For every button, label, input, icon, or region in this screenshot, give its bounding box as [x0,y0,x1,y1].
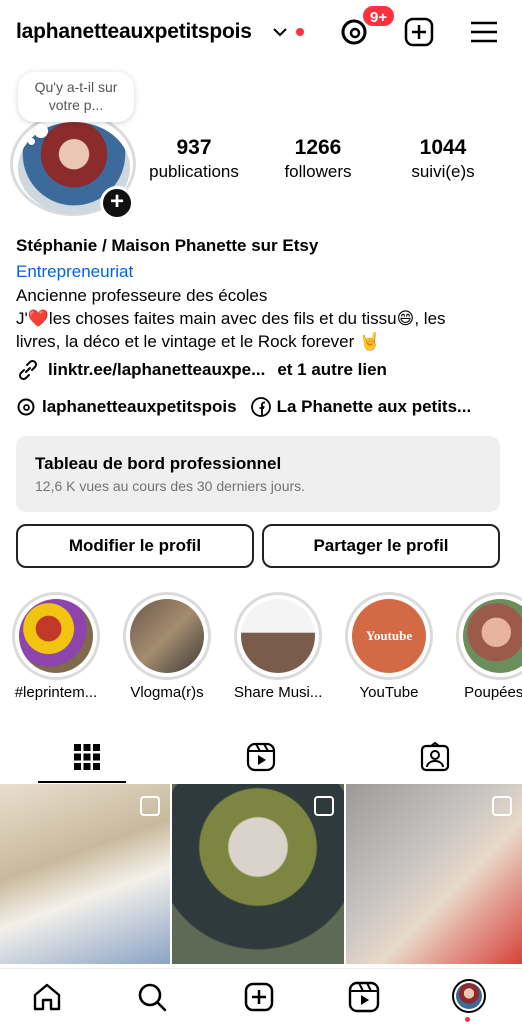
highlight-label: Vlogma(r)s [130,684,204,701]
grid-post[interactable] [172,784,344,964]
tab-tagged[interactable] [348,730,522,784]
professional-dashboard[interactable]: Tableau de bord professionnel 12,6 K vue… [16,436,500,512]
highlight-cover [130,599,204,673]
bio-link-row[interactable]: linktr.ee/laphanetteauxpe... et 1 autre … [16,358,387,382]
profile-header: laphanetteauxpetitspois 9+ [0,0,522,64]
bio-line-2-end: les choses faites main avec des fils et … [48,309,446,328]
heart-icon: ❤️ [27,309,49,328]
highlight-cover: Youtube [352,599,426,673]
add-story-plus-icon[interactable]: + [100,186,134,220]
bottom-navigation [0,968,522,1024]
facebook-profile-link[interactable]: La Phanette aux petits... [277,397,472,417]
story-highlight[interactable]: Vlogma(r)s [123,592,211,701]
stat-posts-label: publications [149,162,239,181]
stat-followers-count: 1266 [294,136,342,159]
note-tail [34,124,48,138]
youtube-cover-text: Youtube [365,628,413,643]
story-highlight[interactable]: #leprintem... [12,592,100,701]
profile-full-name: Stéphanie / Maison Phanette sur Etsy [16,236,319,255]
highlight-label: Share Musi... [234,684,323,701]
stat-followers[interactable]: 1266 followers [258,136,378,182]
create-post-icon[interactable] [243,981,275,1013]
highlight-label: Poupées d [464,684,522,701]
bio-line-1: Ancienne professeure des écoles [16,286,268,305]
highlight-ring [234,592,322,680]
social-links-row: laphanetteauxpetitspois La Phanette aux … [16,397,471,417]
highlight-label: #leprintem... [14,684,98,701]
highlight-ring [456,592,522,680]
stat-following-label: suivi(e)s [411,162,475,181]
create-icon[interactable] [403,16,435,48]
active-tab-indicator [38,781,126,783]
home-icon[interactable] [31,981,63,1013]
note-tail-small [28,138,35,145]
tab-posts-grid[interactable] [0,730,174,784]
note-text: Qu'y a-t-il sur votre p... [34,79,118,113]
edit-profile-button[interactable]: Modifier le profil [16,524,254,568]
stat-posts-count: 937 [176,136,212,159]
highlight-label: YouTube [359,684,419,701]
profile-nav-avatar-image [456,983,482,1009]
bio-link-more[interactable]: et 1 autre lien [277,360,387,380]
highlight-ring [123,592,211,680]
stat-followers-label: followers [284,162,352,181]
profile-tabs [0,730,522,784]
story-highlight[interactable]: Youtube YouTube [345,592,433,701]
grid-post[interactable] [0,784,170,964]
highlight-ring [12,592,100,680]
stat-following-count: 1044 [419,136,467,159]
facebook-icon [250,397,271,417]
threads-notification-badge: 9+ [361,4,397,28]
menu-icon[interactable] [468,16,500,48]
profile-nav-avatar[interactable] [452,979,486,1013]
tab-reels[interactable] [174,730,348,784]
stat-posts[interactable]: 937 publications [134,136,254,182]
highlight-ring: Youtube [345,592,433,680]
multi-select-icon [140,796,160,816]
share-profile-button[interactable]: Partager le profil [262,524,500,568]
bio-line-2: J'❤️les choses faites main avec des fils… [16,307,446,330]
dashboard-subtitle: 12,6 K vues au cours des 30 derniers jou… [35,478,306,494]
chevron-down-icon[interactable] [272,24,288,40]
profile-category[interactable]: Entrepreneuriat [16,262,133,282]
notification-dot [296,28,304,36]
profile-nav-dot [465,1017,470,1022]
bio-link[interactable]: linktr.ee/laphanetteauxpe... [48,360,265,380]
reels-nav-icon[interactable] [348,981,380,1013]
search-icon[interactable] [136,981,168,1013]
bio-line-2-start: J' [16,309,28,328]
threads-profile-link[interactable]: laphanetteauxpetitspois [42,397,237,417]
stat-following[interactable]: 1044 suivi(e)s [383,136,503,182]
dashboard-title: Tableau de bord professionnel [35,454,282,473]
story-highlight[interactable]: Poupées d [456,592,522,701]
grid-icon [74,744,100,770]
story-highlight[interactable]: Share Musi... [234,592,322,701]
tagged-icon [420,742,450,772]
note-bubble[interactable]: Qu'y a-t-il sur votre p... [18,72,134,122]
multi-select-icon [492,796,512,816]
grid-post[interactable] [346,784,522,964]
link-icon [18,359,38,381]
highlight-cover [463,599,522,673]
highlight-cover [241,599,315,673]
reels-icon [246,742,276,772]
multi-select-icon [314,796,334,816]
profile-username[interactable]: laphanetteauxpetitspois [16,20,252,44]
posts-grid [0,784,522,964]
highlight-cover [19,599,93,673]
bio-line-3: livres, la déco et le vintage et le Rock… [16,332,381,351]
threads-icon [17,398,35,416]
